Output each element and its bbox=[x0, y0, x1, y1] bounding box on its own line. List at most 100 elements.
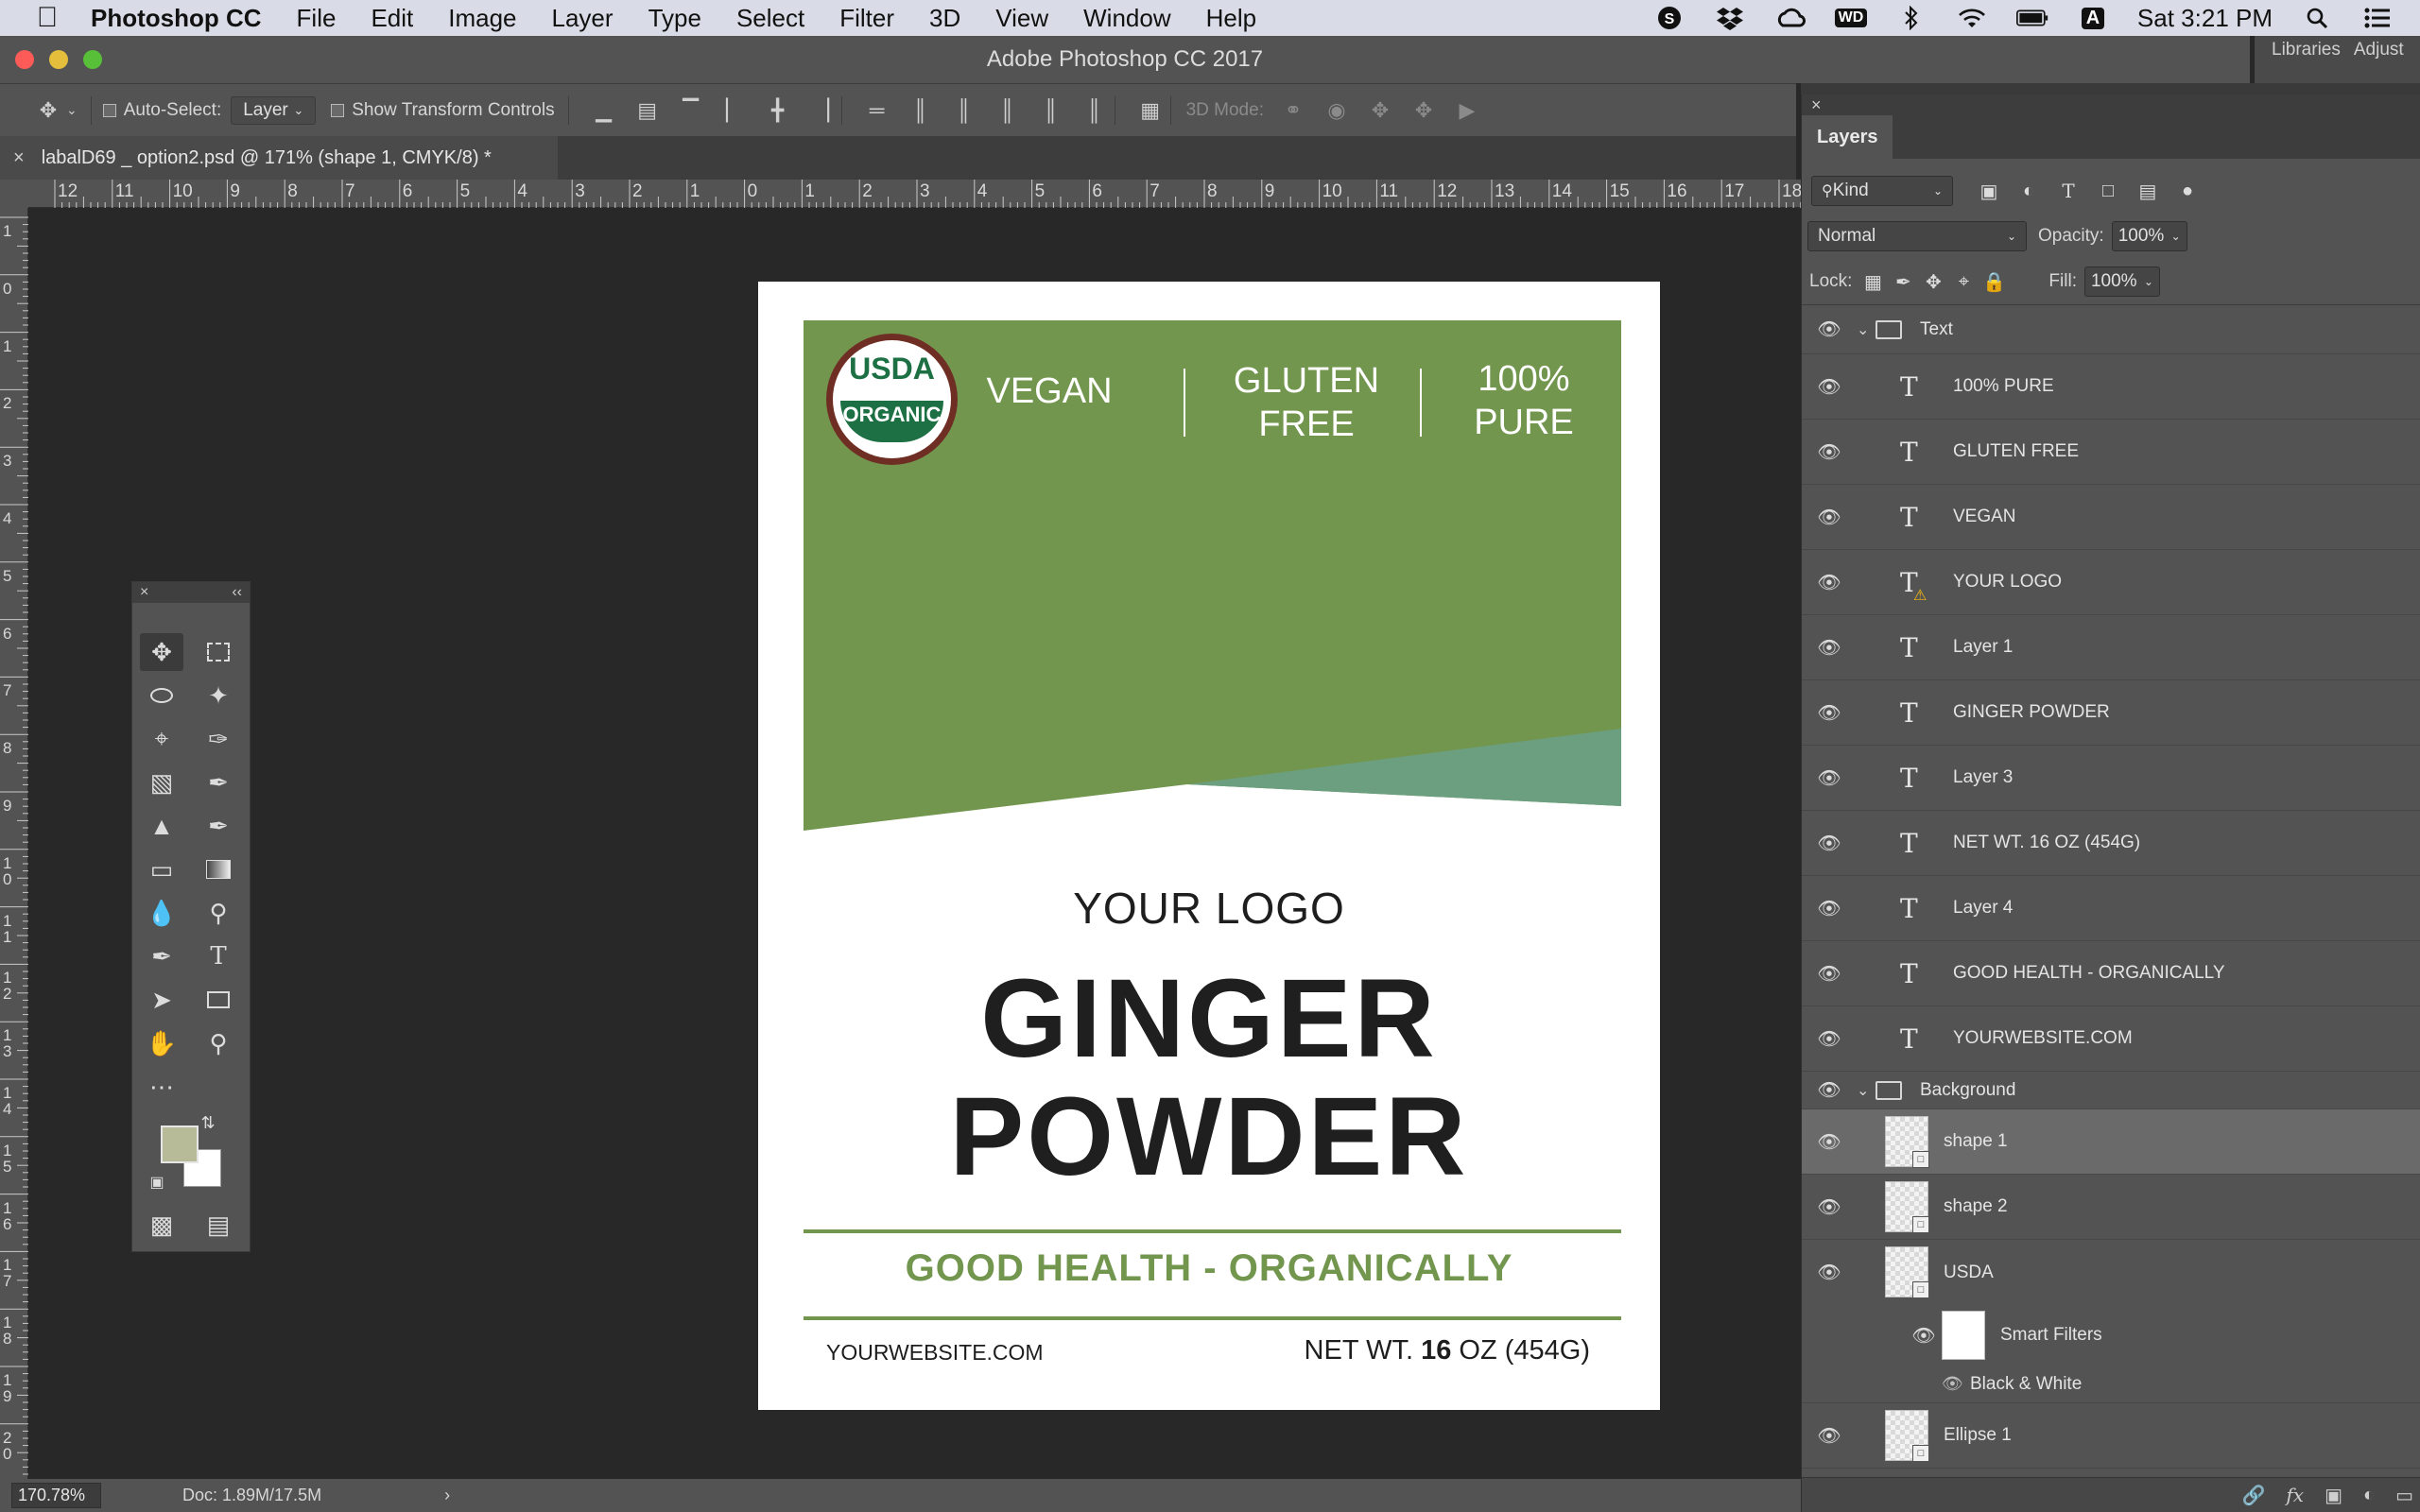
align-left-icon[interactable]: ▏ bbox=[720, 96, 749, 125]
align-vertical-center-icon[interactable]: ▤ bbox=[633, 96, 662, 125]
tab-libraries[interactable]: Libraries bbox=[2272, 40, 2341, 60]
eye-icon[interactable]: 👁 bbox=[1817, 1194, 1841, 1219]
filter-pixel-icon[interactable]: ▣ bbox=[1976, 178, 2002, 204]
menu-file[interactable]: File bbox=[297, 4, 337, 33]
filter-shape-icon[interactable]: □ bbox=[2095, 178, 2121, 204]
distribute-horizontal-center-icon[interactable]: ║ bbox=[1037, 96, 1065, 125]
eye-icon[interactable]: 👁 bbox=[1817, 1261, 1841, 1285]
align-right-icon[interactable]: ▕ bbox=[807, 96, 836, 125]
layer-style-icon[interactable]: fx bbox=[2286, 1484, 2304, 1506]
eye-icon[interactable]: 👁 bbox=[1817, 505, 1841, 529]
menu-image[interactable]: Image bbox=[448, 4, 516, 33]
eyedropper-tool-icon[interactable]: ✑ bbox=[197, 720, 240, 758]
chevron-down-icon[interactable]: ⌄ bbox=[1857, 320, 1869, 339]
hand-tool-icon[interactable]: ✋ bbox=[140, 1024, 183, 1062]
distribute-left-icon[interactable]: ║ bbox=[994, 96, 1022, 125]
close-window-button[interactable] bbox=[15, 50, 34, 69]
layer-row[interactable]: 👁 T GINGER POWDER bbox=[1802, 680, 2420, 746]
brush-tool-icon[interactable]: ✒ bbox=[197, 764, 240, 801]
notification-center-icon[interactable] bbox=[2361, 6, 2394, 30]
wifi-icon[interactable] bbox=[1956, 6, 1988, 30]
menu-app[interactable]: Photoshop CC bbox=[91, 4, 262, 33]
skype-icon[interactable]: S bbox=[1653, 6, 1685, 30]
dropbox-icon[interactable] bbox=[1714, 6, 1746, 30]
layer-group-text[interactable]: 👁 ⌄ Text bbox=[1802, 305, 2420, 354]
layer-row[interactable]: 👁 T GLUTEN FREE bbox=[1802, 420, 2420, 485]
auto-select-dropdown[interactable]: Layer ⌄ bbox=[231, 95, 317, 125]
3d-scale-icon[interactable]: ▶ bbox=[1453, 96, 1481, 125]
eye-icon[interactable]: 👁 bbox=[1817, 635, 1841, 660]
screen-mode-icon[interactable]: ▤ bbox=[197, 1206, 240, 1244]
move-tool-icon[interactable]: ✥ bbox=[140, 633, 183, 671]
filter-adjustment-icon[interactable]: ◐ bbox=[2015, 178, 2042, 204]
3d-roll-icon[interactable]: ◉ bbox=[1322, 96, 1351, 125]
lock-transparent-pixels-icon[interactable]: ▦ bbox=[1859, 268, 1886, 295]
layer-row[interactable]: 👁 T 100% PURE bbox=[1802, 354, 2420, 420]
layer-row[interactable]: 👁 T YOURWEBSITE.COM bbox=[1802, 1006, 2420, 1072]
close-icon[interactable]: × bbox=[1811, 95, 1822, 114]
wd-icon[interactable]: WD bbox=[1834, 6, 1868, 30]
link-layers-icon[interactable]: 🔗 bbox=[2242, 1484, 2266, 1507]
ruler-origin[interactable] bbox=[0, 180, 28, 208]
type-tool-icon[interactable]: T bbox=[197, 937, 240, 975]
align-top-icon[interactable]: ▁ bbox=[590, 96, 618, 125]
chevron-right-icon[interactable]: › bbox=[444, 1486, 450, 1505]
eraser-tool-icon[interactable]: ▭ bbox=[140, 850, 183, 888]
tab-adjustments[interactable]: Adjust bbox=[2354, 40, 2404, 60]
eye-icon[interactable]: 👁 bbox=[1817, 700, 1841, 725]
chevron-down-icon[interactable]: ⌄ bbox=[66, 102, 78, 118]
swap-colors-icon[interactable]: ⇅ bbox=[197, 1111, 219, 1134]
layer-row-selected[interactable]: 👁 □ shape 1 bbox=[1802, 1109, 2420, 1175]
eye-icon[interactable]: 👁 bbox=[1817, 318, 1841, 342]
adjustment-layer-icon[interactable]: ◐ bbox=[2363, 1485, 2375, 1506]
blend-mode-dropdown[interactable]: Normal ⌄ bbox=[1807, 221, 2027, 251]
menu-edit[interactable]: Edit bbox=[371, 4, 413, 33]
zoom-level-field[interactable]: 170.78% bbox=[11, 1483, 101, 1508]
layer-row[interactable] bbox=[1802, 1469, 2420, 1472]
default-colors-icon[interactable]: ▣ bbox=[146, 1171, 168, 1194]
layer-row[interactable]: 👁 T Layer 3 bbox=[1802, 746, 2420, 811]
menu-3d[interactable]: 3D bbox=[929, 4, 960, 33]
spotlight-icon[interactable] bbox=[2301, 6, 2333, 30]
tools-panel-header[interactable]: × ‹‹ bbox=[132, 582, 250, 603]
move-tool-preset-icon[interactable]: ✥ bbox=[34, 96, 62, 125]
history-brush-tool-icon[interactable]: ✒ bbox=[197, 807, 240, 845]
eye-icon[interactable]: 👁 bbox=[1817, 896, 1841, 920]
3d-orbit-icon[interactable]: ⚭ bbox=[1279, 96, 1307, 125]
distribute-right-icon[interactable]: ║ bbox=[1080, 96, 1109, 125]
marquee-tool-icon[interactable] bbox=[197, 633, 240, 671]
smart-filter-row[interactable]: 👁 Black & White bbox=[1802, 1366, 2420, 1403]
chevron-down-icon[interactable]: ⌄ bbox=[1857, 1081, 1869, 1100]
filter-kind-dropdown[interactable]: ⚲Kind ⌄ bbox=[1811, 176, 1953, 206]
opacity-field[interactable]: 100% ⌄ bbox=[2111, 221, 2187, 251]
eye-icon[interactable]: 👁 bbox=[1817, 961, 1841, 986]
pen-tool-icon[interactable]: ✒ bbox=[140, 937, 183, 975]
quick-mask-icon[interactable]: ▩ bbox=[140, 1206, 183, 1244]
close-icon[interactable]: × bbox=[13, 147, 25, 169]
add-mask-icon[interactable]: ▣ bbox=[2325, 1484, 2342, 1507]
blur-tool-icon[interactable]: 💧 bbox=[140, 894, 183, 932]
zoom-window-button[interactable] bbox=[83, 50, 102, 69]
layer-row[interactable]: 👁 T VEGAN bbox=[1802, 485, 2420, 550]
creative-cloud-icon[interactable] bbox=[1774, 6, 1806, 30]
horizontal-ruler[interactable]: 12 11 10 9 8 7 6 5 4 3 2 1 0 1 2 3 4 5 6 7 8 9 10 11 12 13 14 15 16 1… bbox=[28, 180, 1802, 208]
collapse-icon[interactable]: ‹‹ bbox=[232, 584, 242, 601]
lock-position-icon[interactable]: ✥ bbox=[1920, 268, 1946, 295]
eye-icon[interactable]: 👁 bbox=[1817, 1423, 1841, 1448]
healing-brush-tool-icon[interactable]: ▧ bbox=[140, 764, 183, 801]
lasso-tool-icon[interactable] bbox=[140, 677, 183, 714]
eye-icon[interactable]: 👁 bbox=[1817, 439, 1841, 464]
eye-icon[interactable]: 👁 bbox=[1817, 374, 1841, 399]
rectangle-tool-icon[interactable] bbox=[197, 981, 240, 1019]
menu-layer[interactable]: Layer bbox=[552, 4, 614, 33]
eye-icon[interactable]: 👁 bbox=[1817, 831, 1841, 855]
fill-field[interactable]: 100% ⌄ bbox=[2083, 266, 2160, 297]
input-source-icon[interactable]: A bbox=[2077, 6, 2109, 30]
menu-filter[interactable]: Filter bbox=[839, 4, 894, 33]
3d-pan-icon[interactable]: ✥ bbox=[1366, 96, 1394, 125]
layer-row[interactable]: 👁 T NET WT. 16 OZ (454G) bbox=[1802, 811, 2420, 876]
new-group-icon[interactable]: ▭ bbox=[2395, 1484, 2413, 1507]
label-artboard[interactable]: USDA ORGANIC VEGAN GLUTEN FREE 100% PURE… bbox=[758, 282, 1660, 1410]
vertical-ruler[interactable]: 1 0 1 2 3 4 5 6 7 8 9 10 11 12 13 14 15 16 17 18 19 20 bbox=[0, 208, 28, 1479]
battery-icon[interactable] bbox=[2015, 6, 2048, 30]
